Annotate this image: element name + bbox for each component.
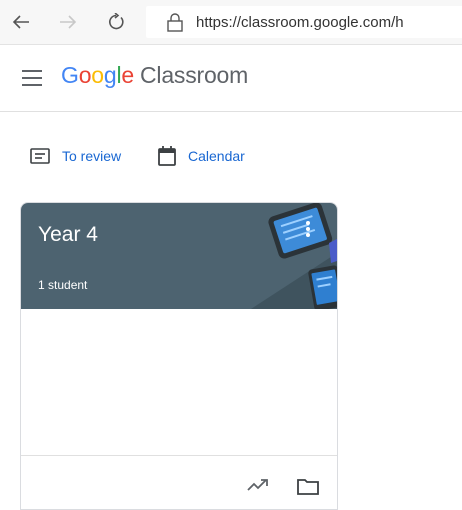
more-options-icon[interactable] bbox=[303, 221, 313, 241]
class-card[interactable]: Year 4 1 student bbox=[20, 202, 338, 510]
class-title[interactable]: Year 4 bbox=[38, 223, 98, 247]
brand-logo[interactable]: Google Classroom bbox=[61, 62, 248, 89]
class-card-footer bbox=[21, 455, 337, 509]
folder-icon[interactable] bbox=[297, 478, 319, 495]
class-banner-illustration bbox=[251, 203, 337, 309]
calendar-icon bbox=[158, 146, 176, 166]
calendar-link[interactable]: Calendar bbox=[158, 143, 245, 169]
address-bar[interactable]: https://classroom.google.com/h bbox=[146, 6, 462, 38]
class-student-count: 1 student bbox=[38, 278, 88, 292]
forward-arrow-icon[interactable] bbox=[55, 9, 81, 35]
to-review-link[interactable]: To review bbox=[30, 143, 121, 169]
refresh-icon[interactable] bbox=[103, 9, 129, 35]
trending-up-icon[interactable] bbox=[247, 478, 269, 492]
lock-icon bbox=[167, 13, 183, 32]
calendar-label: Calendar bbox=[188, 148, 245, 164]
to-review-label: To review bbox=[62, 148, 122, 164]
menu-icon[interactable] bbox=[22, 70, 42, 86]
url-text: https://classroom.google.com/h bbox=[196, 13, 404, 31]
back-arrow-icon[interactable] bbox=[8, 9, 34, 35]
product-name: Classroom bbox=[140, 62, 249, 88]
browser-toolbar: https://classroom.google.com/h bbox=[0, 0, 462, 45]
review-list-icon bbox=[30, 148, 50, 164]
app-header: Google Classroom bbox=[0, 45, 462, 112]
class-card-banner[interactable]: Year 4 1 student bbox=[21, 203, 337, 309]
